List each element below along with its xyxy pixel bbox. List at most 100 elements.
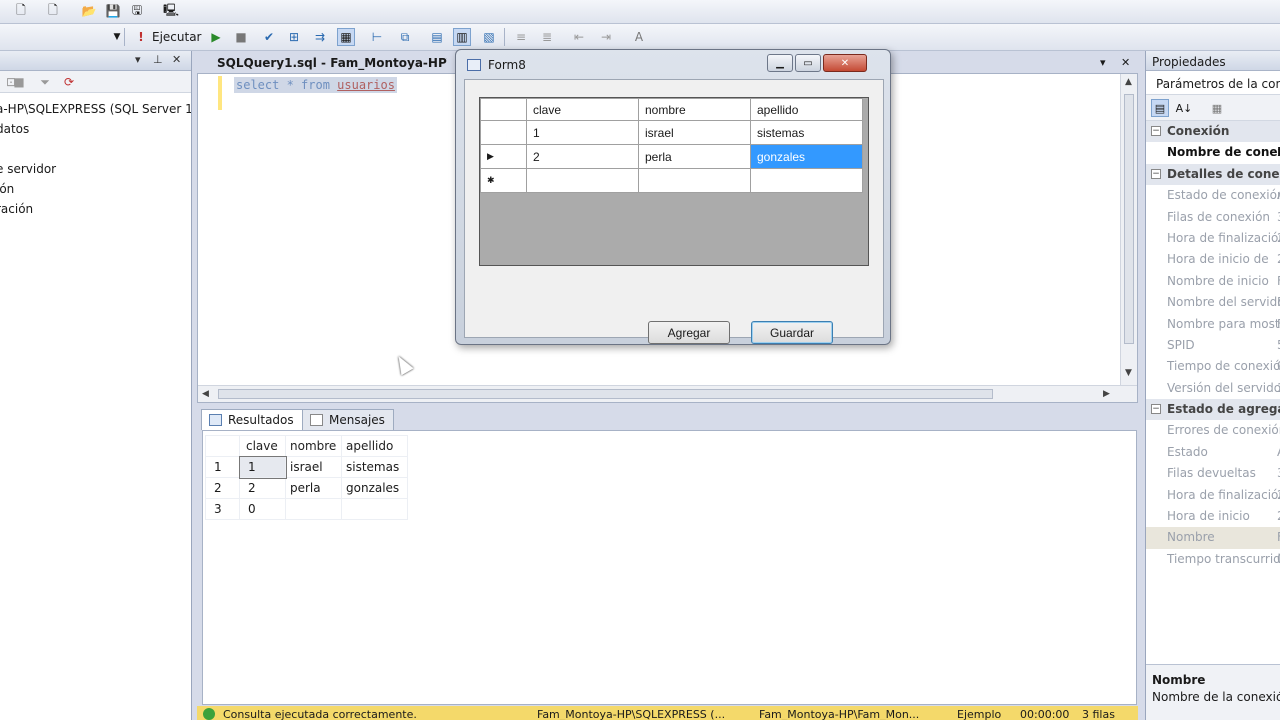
outdent-icon[interactable]: ⇤ [570, 28, 588, 46]
scroll-left-icon[interactable]: ◀ [202, 389, 209, 399]
property-row[interactable]: Hora de finalización2 [1146, 228, 1280, 249]
new-row-asterisk-icon[interactable]: ✱ [480, 168, 527, 193]
cell-apellido[interactable]: sistemas [750, 120, 863, 145]
editor-horizontal-scrollbar[interactable]: ◀ ▶ [198, 385, 1137, 402]
query-options-icon[interactable]: ⧉ [396, 28, 414, 46]
col-header-apellido[interactable]: apellido [341, 435, 408, 457]
new-file-icon[interactable]: 🗋 [44, 2, 62, 20]
property-row[interactable]: Versión del servidor1 [1146, 378, 1280, 399]
property-row[interactable]: Hora de inicio de2 [1146, 249, 1280, 270]
cell-apellido-selected[interactable]: gonzales [750, 144, 863, 169]
col-header-clave[interactable]: clave [239, 435, 286, 457]
cell-apellido[interactable]: gonzales [341, 477, 408, 499]
client-stats-icon[interactable]: ▤ [428, 28, 446, 46]
comment-icon[interactable]: ≡ [512, 28, 530, 46]
cell-clave[interactable] [526, 168, 639, 193]
parse-check-icon[interactable]: ✔ [260, 28, 278, 46]
col-header-nombre[interactable]: nombre [638, 98, 751, 121]
property-row[interactable]: Tiempo transcurrido0 [1146, 549, 1280, 570]
close-button[interactable]: ✕ [823, 54, 867, 72]
property-row[interactable]: Hora de finalización2 [1146, 485, 1280, 506]
property-category[interactable]: −Detalles de conexión [1146, 163, 1280, 186]
refresh-icon[interactable]: ⟳ [60, 73, 78, 91]
results-to-grid-icon[interactable]: ▦ [337, 28, 355, 46]
close-icon[interactable]: ✕ [172, 53, 181, 66]
current-row-arrow-icon[interactable]: ▶ [480, 144, 527, 169]
editor-vertical-scrollbar[interactable]: ▲ ▼ [1120, 74, 1137, 386]
save-icon[interactable]: 💾 [104, 2, 122, 20]
cell-clave[interactable]: 1 [526, 120, 639, 145]
tab-dropdown-icon[interactable]: ▾ [1100, 56, 1106, 69]
collapse-icon[interactable]: − [1151, 126, 1161, 136]
pin-icon[interactable]: ⊥ [153, 53, 163, 66]
activity-monitor-icon[interactable]: 🖳 [162, 2, 180, 20]
cell-nombre[interactable]: israel [638, 120, 751, 145]
property-category[interactable]: −Estado de agregado [1146, 399, 1280, 421]
cell-apellido[interactable] [750, 168, 863, 193]
property-pages-icon[interactable]: ▦ [1208, 99, 1226, 117]
debug-play-icon[interactable]: ▶ [207, 28, 225, 46]
tree-node-databases[interactable]: datos [0, 119, 191, 139]
save-all-icon[interactable]: 🖫 [128, 2, 146, 20]
stop-icon[interactable]: ■ [10, 73, 28, 91]
exclamation-icon[interactable]: ! [132, 28, 150, 46]
col-header-apellido[interactable]: apellido [750, 98, 863, 121]
scroll-down-icon[interactable]: ▼ [1125, 368, 1132, 378]
results-text-icon[interactable]: ▥ [453, 28, 471, 46]
property-row[interactable]: SPID5 [1146, 335, 1280, 356]
query-text[interactable]: select * from usuarios [234, 77, 397, 93]
property-row[interactable]: Filas de conexión3 [1146, 207, 1280, 228]
col-header-nombre[interactable]: nombre [285, 435, 342, 457]
vertical-scroll-thumb[interactable] [1124, 94, 1134, 344]
cell-clave[interactable]: 0 [239, 498, 286, 520]
query-designer-icon[interactable]: ⊞ [285, 28, 303, 46]
tab-results[interactable]: Resultados [201, 409, 303, 430]
tree-node-administration[interactable]: ración [0, 199, 191, 219]
property-row[interactable]: Hora de inicio2 [1146, 506, 1280, 527]
categorized-icon[interactable]: ▤ [1151, 99, 1169, 117]
property-row[interactable]: Nombre del servidorF [1146, 292, 1280, 313]
row-number[interactable]: 2 [205, 477, 240, 499]
property-row[interactable]: Nombre para mostrarF [1146, 314, 1280, 335]
row-number[interactable]: 3 [205, 498, 240, 520]
filter-icon[interactable]: ⏷ [36, 73, 54, 91]
row-header[interactable] [480, 120, 527, 145]
document-tab[interactable]: SQLQuery1.sql - Fam_Montoya-HP\...* [197, 53, 447, 73]
property-row[interactable]: EstadoA [1146, 442, 1280, 463]
cell-apellido[interactable]: sistemas [341, 456, 408, 478]
save-button[interactable]: Guardar [751, 321, 833, 344]
property-row[interactable]: Nombre de inicioF [1146, 271, 1280, 292]
cell-clave[interactable]: 1 [238, 455, 287, 479]
indent-icon[interactable]: ⇥ [597, 28, 615, 46]
cell-nombre[interactable]: perla [285, 477, 342, 499]
include-plan-icon[interactable]: ⇉ [311, 28, 329, 46]
property-row[interactable]: Filas devueltas3 [1146, 463, 1280, 484]
col-header-clave[interactable]: clave [526, 98, 639, 121]
property-row[interactable]: Estado de conexiónA [1146, 185, 1280, 206]
properties-object-selector[interactable]: Parámetros de la conexión actual [1146, 71, 1280, 95]
new-query-icon[interactable]: 🗋 [12, 2, 30, 20]
open-folder-icon[interactable]: 📂 [80, 2, 98, 20]
property-row[interactable]: Nombre de conexiónF [1146, 142, 1280, 163]
cell-nombre[interactable]: israel [285, 456, 342, 478]
cell-clave[interactable]: 2 [239, 477, 286, 499]
scroll-right-icon[interactable]: ▶ [1103, 389, 1110, 399]
property-category[interactable]: − Conexión [1146, 121, 1280, 143]
alphabetical-icon[interactable]: A↓ [1175, 99, 1193, 117]
horizontal-scroll-thumb[interactable] [218, 389, 993, 399]
cell-nombre[interactable] [285, 498, 342, 520]
property-row[interactable]: NombreF [1146, 527, 1280, 549]
results-file-icon[interactable]: ▧ [480, 28, 498, 46]
stop-icon[interactable]: ■ [232, 28, 250, 46]
add-button[interactable]: Agregar [648, 321, 730, 344]
minimize-button[interactable]: ▁ [767, 54, 793, 72]
cell-clave[interactable]: 2 [526, 144, 639, 169]
scroll-up-icon[interactable]: ▲ [1125, 77, 1132, 87]
property-row[interactable]: Tiempo de conexión0 [1146, 356, 1280, 377]
collapse-icon[interactable]: − [1151, 168, 1161, 179]
specify-values-icon[interactable]: A [630, 28, 648, 46]
tree-node-security[interactable]: l [0, 139, 191, 159]
cell-apellido[interactable] [341, 498, 408, 520]
cell-nombre[interactable]: perla [638, 144, 751, 169]
pane-dropdown-icon[interactable]: ▾ [135, 53, 141, 66]
